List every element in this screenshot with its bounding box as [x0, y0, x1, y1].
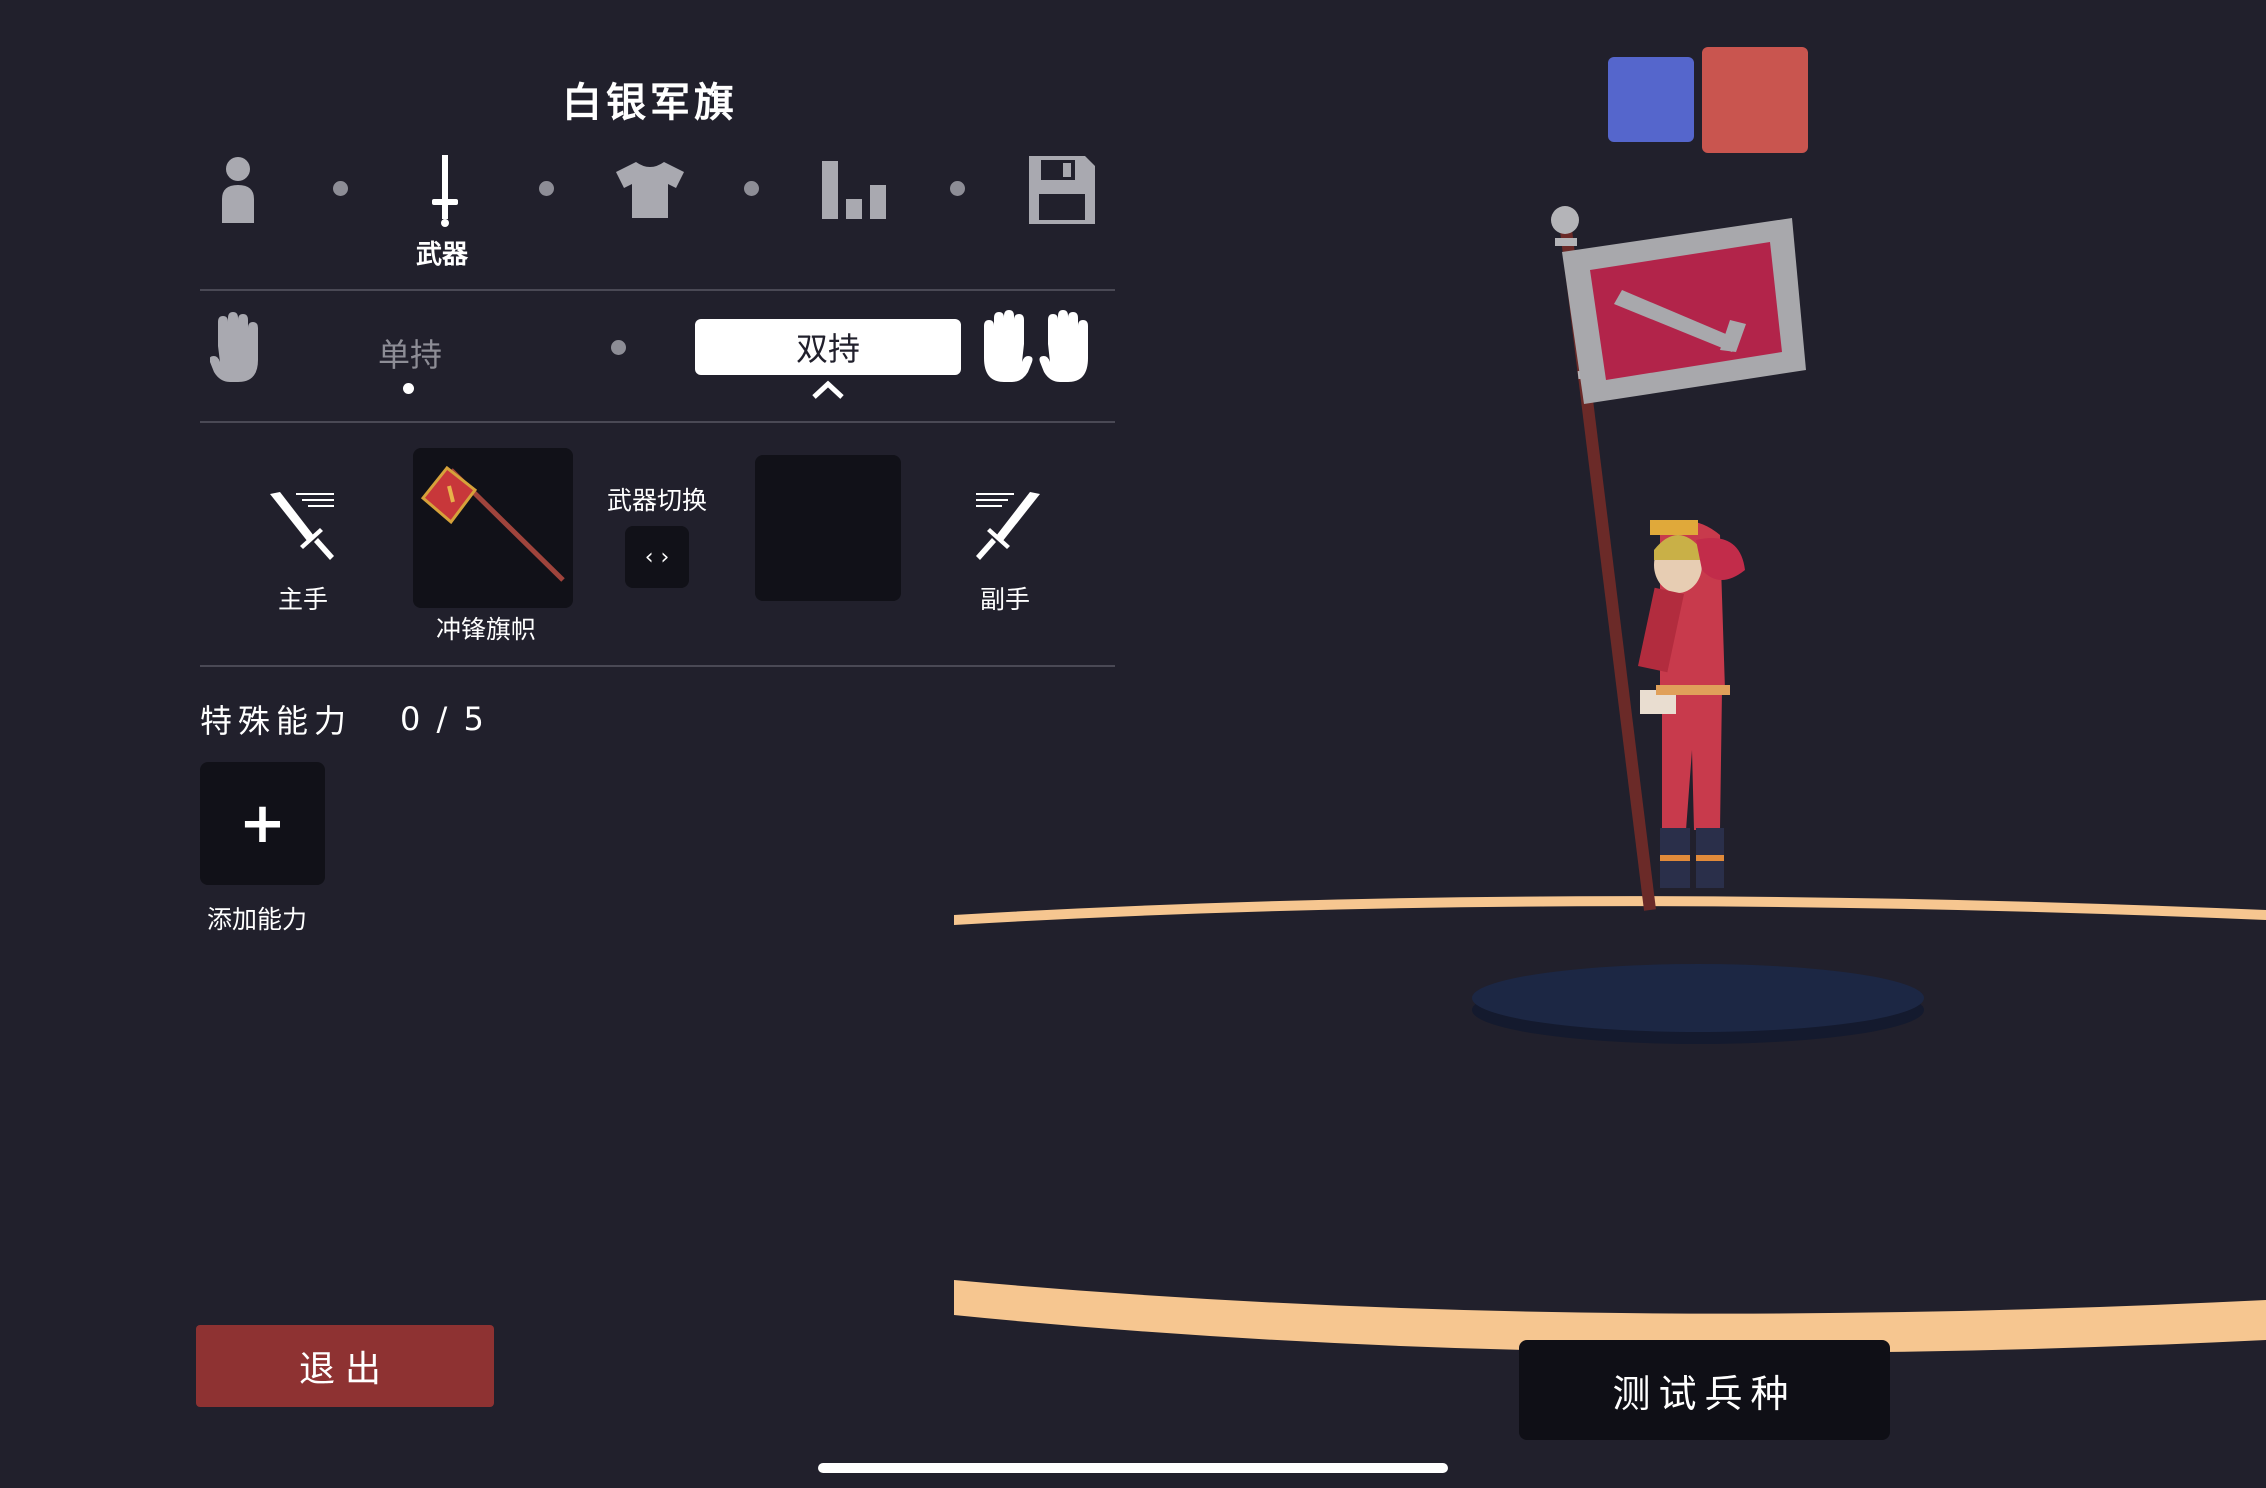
- add-ability-button[interactable]: +: [200, 762, 325, 885]
- red-team-color-swatch[interactable]: [1702, 47, 1808, 153]
- person-icon[interactable]: [215, 150, 260, 230]
- tab-separator-dot: [539, 181, 554, 196]
- selection-indicator-dot: [403, 383, 414, 394]
- main-hand-label: 主手: [278, 585, 329, 614]
- unit-title: 白银军旗: [562, 80, 738, 126]
- tab-weapon-label[interactable]: 武器: [416, 234, 468, 271]
- blue-team-color-swatch[interactable]: [1608, 57, 1694, 142]
- grip-separator-dot: [611, 340, 626, 355]
- tab-separator-dot: [744, 181, 759, 196]
- dual-grip-option[interactable]: 双持: [695, 319, 961, 375]
- chevron-up-icon: [811, 380, 845, 404]
- bar-chart-icon[interactable]: [820, 150, 890, 230]
- exit-label: 退出: [298, 1349, 391, 1390]
- add-ability-label: 添加能力: [207, 905, 308, 934]
- weapon-swap-label: 武器切换: [607, 486, 708, 515]
- unit-preview-scene: [954, 206, 2266, 1353]
- tab-separator-dot: [333, 181, 348, 196]
- exit-button[interactable]: 退出: [196, 1325, 494, 1407]
- special-abilities-heading: 特殊能力: [200, 702, 353, 740]
- test-unit-label: 测试兵种: [1612, 1371, 1797, 1416]
- main-weapon-name: 冲锋旗帜: [436, 615, 537, 644]
- swap-arrows-icon: ‹ ›: [644, 544, 670, 570]
- home-indicator[interactable]: [818, 1463, 1448, 1473]
- weapon-swap-button[interactable]: ‹ ›: [625, 526, 689, 588]
- sword-icon[interactable]: [420, 150, 470, 230]
- dual-grip-label: 双持: [795, 330, 860, 368]
- plus-icon: +: [239, 791, 286, 856]
- single-grip-option[interactable]: 单持: [378, 330, 442, 376]
- ability-count: 0 / 5: [400, 700, 487, 738]
- main-weapon-slot[interactable]: [413, 448, 573, 608]
- main-hand-sword-icon: [268, 490, 338, 566]
- single-hand-icon[interactable]: [209, 312, 268, 388]
- shirt-icon[interactable]: [612, 150, 688, 230]
- flag-weapon-icon: [420, 465, 565, 582]
- off-hand-weapon-slot[interactable]: [755, 455, 901, 601]
- test-unit-button[interactable]: 测试兵种: [1519, 1340, 1890, 1440]
